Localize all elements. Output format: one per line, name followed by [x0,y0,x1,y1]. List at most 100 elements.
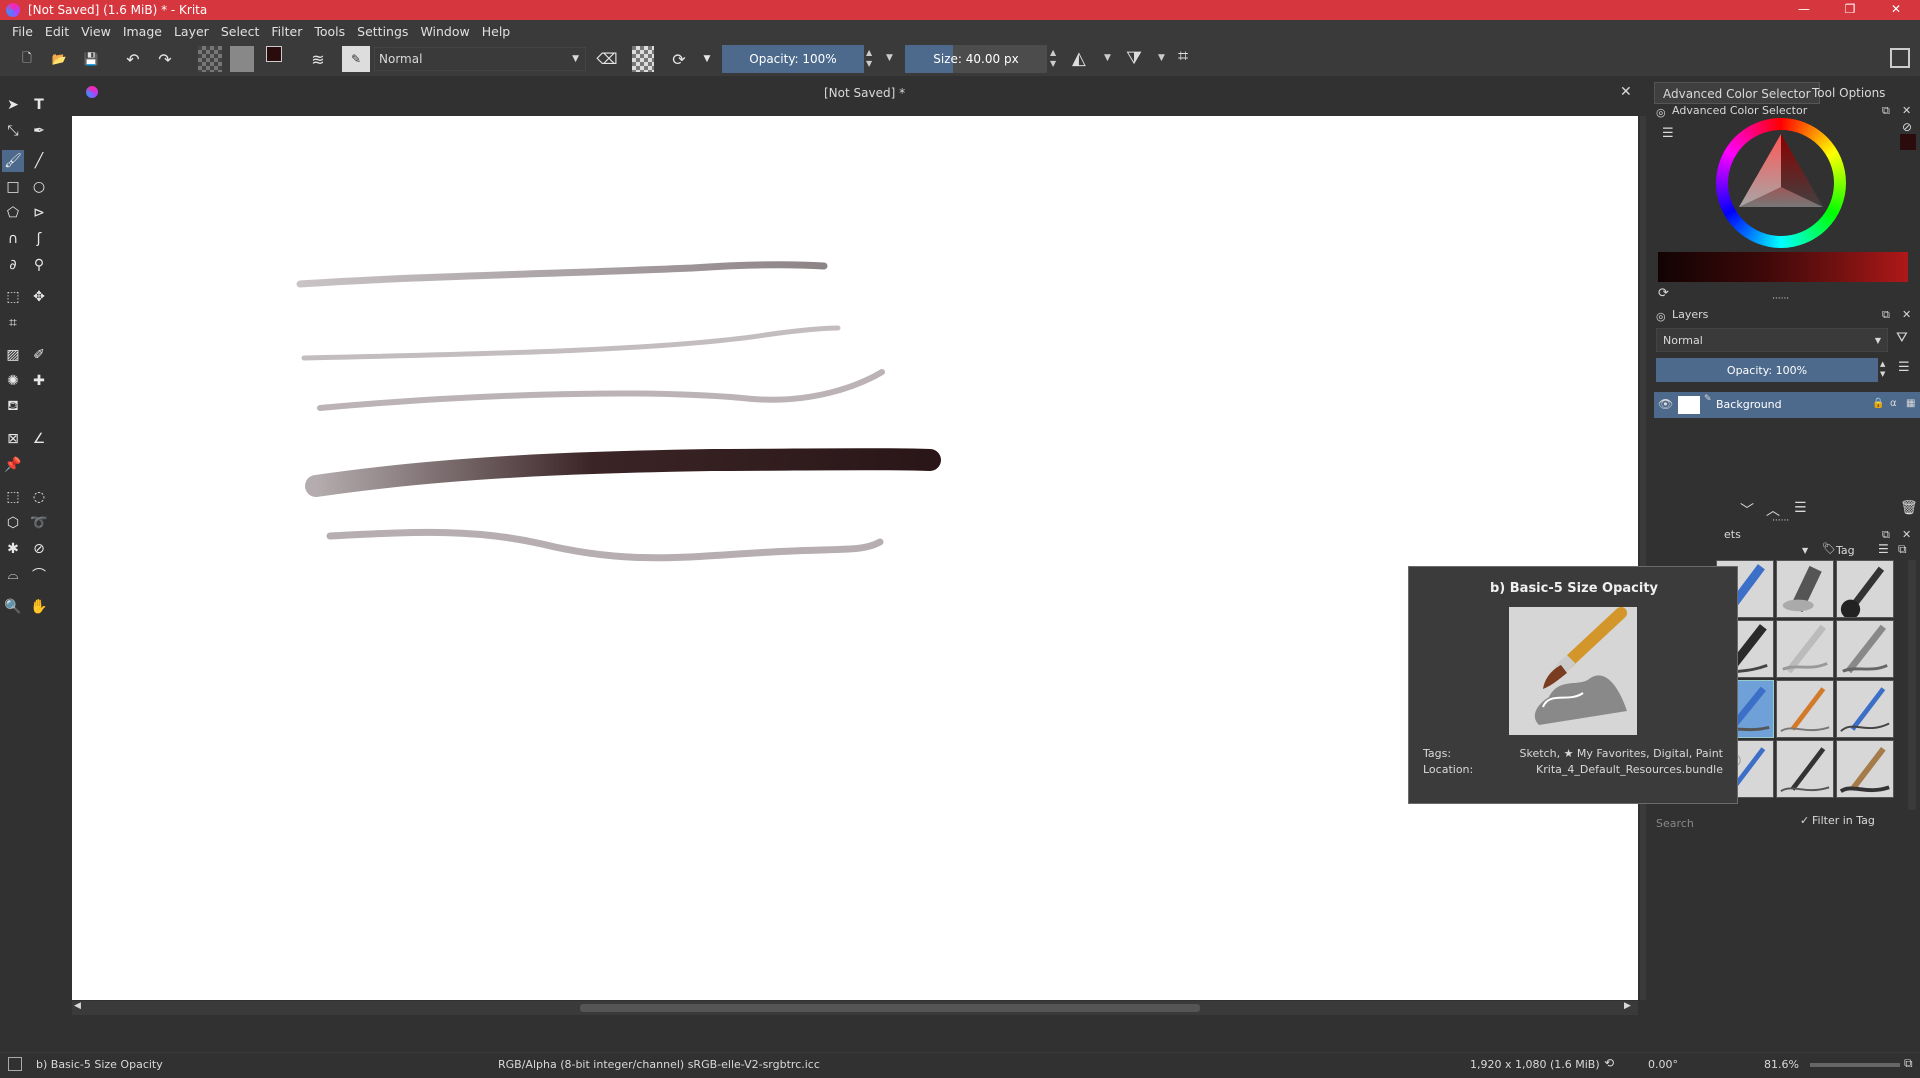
no-color-icon[interactable]: ⊘ [1902,120,1912,134]
filter-icon[interactable]: ⛛ [1896,330,1908,346]
undo-icon[interactable]: ↶ [122,46,144,72]
menu-settings[interactable]: Settings [357,24,408,39]
polyline-tool-icon[interactable]: ⊳ [28,202,50,224]
close-docker-icon[interactable]: ✕ [1902,308,1911,321]
filter-in-tag-checkbox[interactable]: ✓ [1800,814,1809,827]
visibility-eye-icon[interactable]: 👁 [1658,397,1673,411]
polygon-select-icon[interactable]: ⬡ [2,512,24,534]
current-color-swatch[interactable] [1900,134,1916,150]
scroll-left-icon[interactable]: ◀ [74,1001,81,1011]
size-spin-icon[interactable]: ▲ ▼ [1050,47,1056,69]
workspace-icon[interactable] [1890,48,1910,68]
rectangle-tool-icon[interactable]: □ [2,176,24,198]
alpha-lock-icon[interactable] [632,46,654,72]
fill-tool-icon[interactable]: ⛾ [2,396,24,418]
float-docker-icon[interactable]: ⧉ [1882,104,1890,118]
menu-select[interactable]: Select [221,24,260,39]
edit-shapes-icon[interactable]: ⤡ [2,120,24,142]
brush-preset-tile[interactable] [1776,560,1834,618]
preset-search-input[interactable]: Search [1656,814,1796,834]
brush-preset-tile[interactable] [1836,680,1894,738]
close-docker-icon[interactable]: ✕ [1902,104,1911,117]
open-document-icon[interactable]: 📂 [48,46,70,72]
delete-layer-icon[interactable]: 🗑 [1900,500,1918,516]
zoom-fit-icon[interactable]: ⧉ [1904,1056,1913,1071]
splitter-handle[interactable]: ······ [1772,294,1789,304]
color-shade-bars[interactable] [1658,252,1908,282]
preset-view-menu-icon[interactable]: ☰ [1878,542,1889,556]
zoom-tool-icon[interactable]: 🔍 [2,596,24,618]
brush-preset-tile[interactable] [1776,740,1834,798]
hue-ring[interactable] [1716,118,1846,248]
brush-preset-tile[interactable] [1836,740,1894,798]
crop-tool-icon[interactable]: ⌗ [2,312,24,334]
lock-icon[interactable]: 🔒 [1872,398,1884,409]
preset-settings-icon[interactable]: ⧉ [1898,542,1907,557]
assistant-tool-icon[interactable]: ⊠ [2,428,24,450]
fg-bg-color-icon[interactable] [266,46,292,72]
chevron-down-icon[interactable]: ▼ [700,46,714,72]
menu-help[interactable]: Help [482,24,511,39]
restore-icon[interactable]: ❐ [1830,0,1870,20]
contiguous-select-icon[interactable]: ✱ [2,538,24,560]
bezier-tool-icon[interactable]: ∩ [2,228,24,250]
color-settings-icon[interactable]: ☰ [1662,126,1674,141]
wrap-around-icon[interactable]: ⌗ [1178,46,1188,67]
text-tool-icon[interactable]: T [28,94,50,116]
document-tab-title[interactable]: [Not Saved] * [824,86,905,100]
scroll-right-icon[interactable]: ▶ [1624,1001,1631,1011]
freehand-select-icon[interactable]: ➰ [28,512,50,534]
menu-window[interactable]: Window [420,24,469,39]
layer-opacity-slider[interactable]: Opacity: 100% [1656,358,1878,382]
zoom-slider[interactable] [1810,1063,1900,1067]
chevron-down-icon[interactable]: ▼ [886,53,893,63]
brush-preset-icon[interactable]: ✎ [342,46,370,72]
menu-view[interactable]: View [81,24,111,39]
transform-tool-icon[interactable]: ⬚ [2,286,24,308]
menu-tools[interactable]: Tools [314,24,345,39]
brush-preset-tile[interactable] [1836,560,1894,619]
close-document-icon[interactable]: ✕ [1620,84,1632,100]
magnetic-select-icon[interactable]: ⌒ [28,564,50,586]
multibrush-icon[interactable]: ⚲ [28,254,50,276]
layer-properties-icon[interactable]: ☰ [1794,500,1807,516]
mirror-horizontal-icon[interactable]: ◭ [1072,48,1086,69]
reference-tool-icon[interactable]: 📌 [2,454,24,476]
ellipse-tool-icon[interactable]: ○ [28,176,50,198]
inherit-alpha-icon[interactable]: ▦ [1906,398,1915,409]
menu-filter[interactable]: Filter [271,24,302,39]
scroll-thumb[interactable] [580,1004,1200,1012]
colorize-mask-icon[interactable]: ✺ [2,370,24,392]
preset-scrollbar[interactable] [1908,560,1916,810]
size-slider[interactable]: Size: 40.00 px [905,45,1047,73]
opacity-slider[interactable]: Opacity: 100% [722,45,864,73]
menu-image[interactable]: Image [123,24,162,39]
smart-patch-icon[interactable]: ✚ [28,370,50,392]
menu-edit[interactable]: Edit [45,24,69,39]
tab-advanced-color-selector[interactable]: Advanced Color Selector [1654,82,1820,104]
bezier-select-icon[interactable]: ⌓ [2,564,24,586]
calligraphy-icon[interactable]: ✒ [28,120,50,142]
brush-preset-tile[interactable] [1836,620,1894,678]
chevron-down-icon[interactable]: ▼ [1802,546,1808,555]
color-picker-icon[interactable]: ✐ [28,344,50,366]
pattern-selector-icon[interactable] [230,46,254,72]
eraser-icon[interactable]: ⌫ [596,46,618,72]
status-zoom[interactable]: 81.6% [1764,1058,1799,1071]
blend-mode-dropdown[interactable]: Normal ▼ [374,47,586,71]
ellipse-select-icon[interactable]: ◌ [28,486,50,508]
reload-preset-icon[interactable]: ⟳ [668,46,690,72]
tag-icon[interactable]: 🏷 [1822,542,1836,555]
chevron-down-icon[interactable]: ▼ [1104,53,1111,63]
select-shapes-icon[interactable]: ➤ [2,94,24,116]
dynamic-brush-icon[interactable]: ∂ [2,254,24,276]
menu-layer[interactable]: Layer [174,24,209,39]
layer-row-background[interactable]: 👁 ✎ Background 🔒 α ▦ [1654,392,1920,418]
refresh-colors-icon[interactable]: ⟳ [1658,286,1669,301]
move-tool-icon[interactable]: ✥ [28,286,50,308]
new-document-icon[interactable]: 🗋 [16,46,38,72]
color-triangle[interactable] [1731,132,1831,232]
save-icon[interactable]: 💾 [80,46,102,72]
status-color-space[interactable]: RGB/Alpha (8-bit integer/channel) sRGB-e… [498,1058,820,1071]
gradient-tool-icon[interactable]: ▨ [2,344,24,366]
